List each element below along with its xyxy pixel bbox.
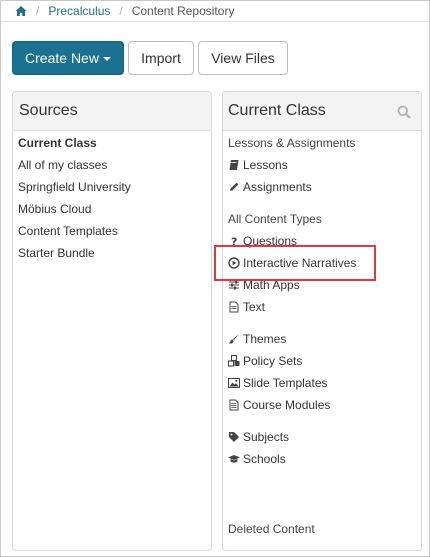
paintbrush-icon xyxy=(228,333,240,345)
subjects-label: Subjects xyxy=(243,430,290,444)
current-class-panel: Current Class Lessons & Assignments Less… xyxy=(222,91,422,551)
current-class-title: Current Class xyxy=(228,102,326,119)
create-new-button[interactable]: Create New xyxy=(12,41,124,75)
course-modules-label: Course Modules xyxy=(243,398,331,412)
content-item-subjects[interactable]: Subjects xyxy=(228,429,289,445)
source-item-starter-bundle[interactable]: Starter Bundle xyxy=(18,245,95,261)
sources-title: Sources xyxy=(13,92,211,131)
content-item-assignments[interactable]: Assignments xyxy=(228,179,312,195)
content-item-text[interactable]: Text xyxy=(228,299,265,315)
content-item-themes[interactable]: Themes xyxy=(228,331,286,347)
breadcrumb-separator: / xyxy=(119,4,123,18)
sources-panel: Sources Current Class All of my classes … xyxy=(12,91,212,551)
search-icon[interactable] xyxy=(397,105,411,119)
highlight-box-interactive-narratives xyxy=(214,245,376,281)
window-frame: / Precalculus / Content Repository Creat… xyxy=(0,0,430,557)
home-icon[interactable] xyxy=(15,5,27,17)
breadcrumb-precalculus[interactable]: Precalculus xyxy=(48,4,110,18)
content-item-course-modules[interactable]: Course Modules xyxy=(228,397,330,413)
schools-label: Schools xyxy=(243,452,286,466)
source-item-content-templates[interactable]: Content Templates xyxy=(18,223,118,239)
cubes-icon xyxy=(227,354,240,367)
tag-icon xyxy=(228,431,240,443)
lessons-label: Lessons xyxy=(243,158,288,172)
source-item-current-class[interactable]: Current Class xyxy=(18,135,97,151)
graduation-cap-icon xyxy=(228,453,240,465)
policy-sets-label: Policy Sets xyxy=(243,354,303,368)
book-icon xyxy=(228,159,240,171)
toolbar: Create New Import View Files xyxy=(12,41,288,75)
breadcrumb-divider xyxy=(2,21,428,22)
breadcrumb-content-repository: Content Repository xyxy=(131,4,235,18)
lessons-assignments-group[interactable]: Lessons & Assignments xyxy=(228,135,355,151)
image-icon xyxy=(228,377,240,389)
import-button[interactable]: Import xyxy=(128,41,194,75)
slide-templates-label: Slide Templates xyxy=(243,376,328,390)
assignments-label: Assignments xyxy=(243,180,312,194)
breadcrumb-separator: / xyxy=(36,4,40,18)
content-item-lessons[interactable]: Lessons xyxy=(228,157,288,173)
deleted-content-item[interactable]: Deleted Content xyxy=(228,521,315,537)
content-item-policy-sets[interactable]: Policy Sets xyxy=(227,353,303,369)
view-files-button[interactable]: View Files xyxy=(198,41,288,75)
source-item-springfield-university[interactable]: Springfield University xyxy=(18,179,131,195)
all-content-types-group[interactable]: All Content Types xyxy=(228,211,322,227)
text-label: Text xyxy=(243,300,266,314)
breadcrumb: / Precalculus / Content Repository xyxy=(15,3,234,19)
create-new-label: Create New xyxy=(25,50,99,66)
file-text-icon xyxy=(228,399,240,411)
themes-label: Themes xyxy=(243,332,287,346)
caret-down-icon xyxy=(102,57,111,61)
content-item-slide-templates[interactable]: Slide Templates xyxy=(228,375,328,391)
source-item-all-classes[interactable]: All of my classes xyxy=(18,157,107,173)
pencil-icon xyxy=(228,181,240,193)
document-icon xyxy=(228,301,240,313)
source-item-mobius-cloud[interactable]: Möbius Cloud xyxy=(18,201,91,217)
current-class-header: Current Class xyxy=(223,92,421,131)
content-item-schools[interactable]: Schools xyxy=(228,451,286,467)
